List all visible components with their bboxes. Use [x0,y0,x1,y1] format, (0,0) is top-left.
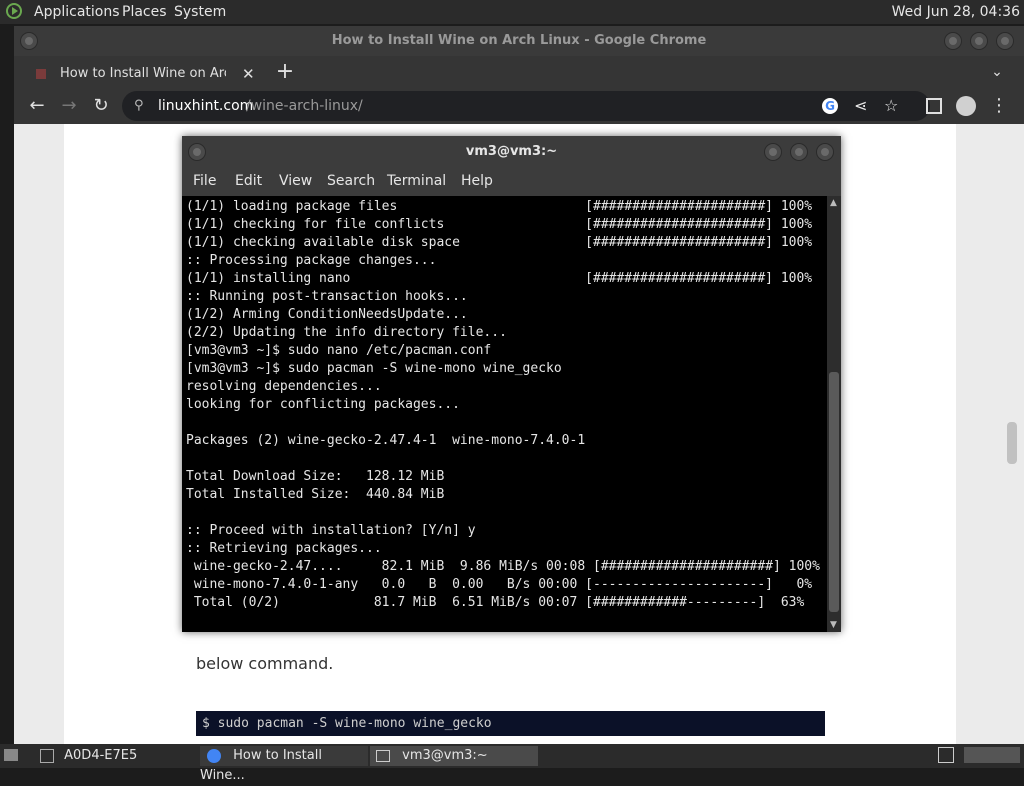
reload-icon[interactable]: ↻ [90,96,112,116]
terminal-icon [376,749,390,762]
maximize-button[interactable] [970,32,988,50]
menu-view[interactable]: View [279,173,312,189]
terminal-close-button[interactable] [816,143,834,161]
forward-icon[interactable]: → [58,96,80,116]
tab-wine-arch[interactable]: How to Install Wine on Arch Li ✕ [28,60,260,88]
menu-file[interactable]: File [193,173,216,189]
side-panel-icon[interactable] [926,98,942,114]
minimize-button[interactable] [944,32,962,50]
window-title: How to Install Wine on Arch Linux - Goog… [331,33,707,48]
window-menu-button[interactable] [20,32,38,50]
url-domain: linuxhint.com [158,98,254,114]
taskbar-terminal-label: vm3@vm3:~ [402,748,488,763]
terminal-scrollbar-thumb[interactable] [829,372,839,612]
page-left-margin [14,124,64,744]
clock[interactable]: Wed Jun 28, 04:36 [892,4,1020,20]
page-scrollbar-thumb[interactable] [1007,422,1017,464]
tab-bar: How to Install Wine on Arch Li ✕ + ⌄ [14,56,1024,88]
terminal-text: (1/1) loading package files [###########… [186,199,820,610]
menu-search[interactable]: Search [327,173,375,189]
workspace-1-icon[interactable] [938,747,954,763]
applications-icon[interactable] [6,3,22,19]
terminal-minimize-button[interactable] [764,143,782,161]
terminal-window-menu-button[interactable] [188,143,206,161]
tab-title: How to Install Wine on Arch Li [60,66,226,81]
bookmark-star-icon[interactable]: ☆ [884,91,898,121]
code-text: $ sudo pacman -S wine-mono wine_gecko [202,716,492,731]
window-list-icon [40,748,54,763]
taskbar-terminal[interactable]: vm3@vm3:~ [370,746,538,766]
menu-help[interactable]: Help [461,173,493,189]
terminal-menubar: File Edit View Search Terminal Help [182,168,841,196]
address-bar[interactable]: ⚲ linuxhint.com /wine-arch-linux/ G ⋖ ☆ [122,91,930,121]
tab-close-icon[interactable]: ✕ [242,60,255,88]
terminal-window: vm3@vm3:~ File Edit View Search Terminal… [182,136,841,632]
workspace-label: A0D4-E7E5 [64,748,138,763]
tab-search-chevron-icon[interactable]: ⌄ [986,62,1008,82]
google-lens-icon[interactable]: G [822,98,838,114]
new-tab-icon[interactable]: + [274,61,296,83]
top-panel: Applications Places System Wed Jun 28, 0… [0,0,1024,24]
menu-terminal[interactable]: Terminal [387,173,446,189]
code-snippet: $ sudo pacman -S wine-mono wine_gecko [196,711,825,736]
show-desktop-icon[interactable] [4,749,18,761]
terminal-maximize-button[interactable] [790,143,808,161]
url-path: /wine-arch-linux/ [246,98,363,114]
favicon-icon [36,69,46,79]
article-text: below command. [196,654,334,673]
system-menu[interactable]: System [174,4,226,20]
site-info-icon[interactable]: ⚲ [134,91,144,121]
taskbar-chrome[interactable]: How to Install Wine... [200,746,368,783]
scroll-up-arrow-icon[interactable]: ▲ [830,198,837,208]
scroll-down-arrow-icon[interactable]: ▼ [830,620,837,630]
profile-avatar-icon[interactable] [956,96,976,116]
browser-toolbar: ← → ↻ ⚲ linuxhint.com /wine-arch-linux/ … [14,88,1024,124]
workspace-2-icon[interactable] [964,747,1020,763]
chrome-icon [207,748,221,763]
back-icon[interactable]: ← [26,96,48,116]
workspace-switcher[interactable]: A0D4-E7E5 [36,746,166,766]
menu-edit[interactable]: Edit [235,173,262,189]
applications-menu[interactable]: Applications [34,4,120,20]
places-menu[interactable]: Places [122,4,167,20]
terminal-title-bar: vm3@vm3:~ [182,136,841,168]
menu-kebab-icon[interactable]: ⋮ [988,96,1010,116]
bottom-taskbar: A0D4-E7E5 How to Install Wine... vm3@vm3… [0,744,1024,783]
terminal-output[interactable]: (1/1) loading package files [###########… [182,196,827,632]
chrome-title-bar: How to Install Wine on Arch Linux - Goog… [14,26,1024,56]
close-window-button[interactable] [996,32,1014,50]
terminal-title: vm3@vm3:~ [465,144,558,159]
share-icon[interactable]: ⋖ [854,91,867,121]
